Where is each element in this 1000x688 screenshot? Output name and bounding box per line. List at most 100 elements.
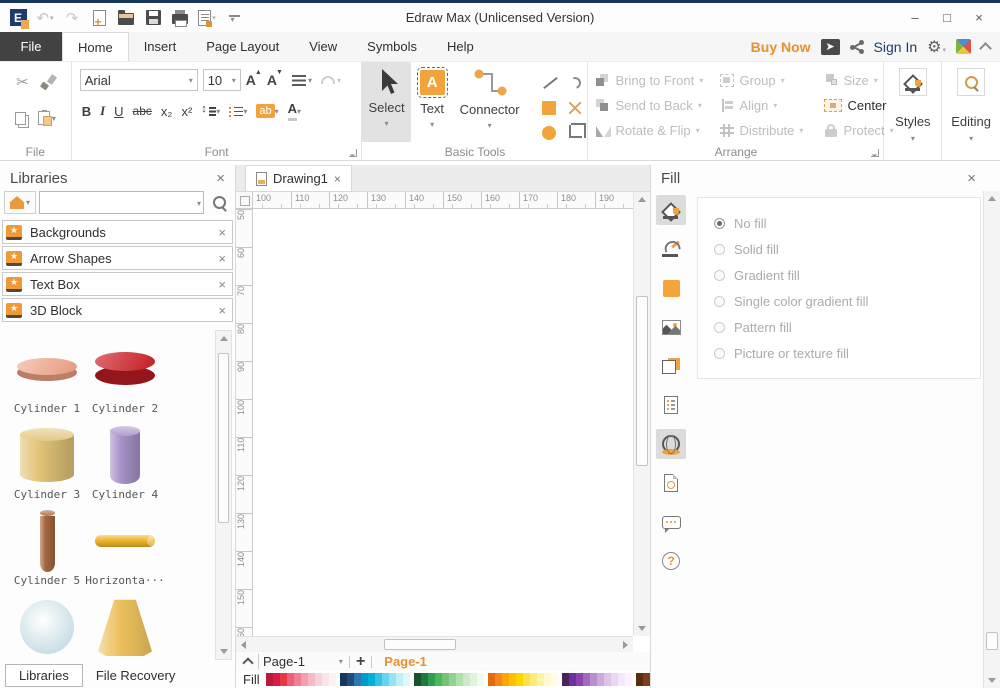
- line-spacing-button[interactable]: ▾: [201, 105, 220, 117]
- scrollbar-thumb[interactable]: [636, 296, 648, 466]
- font-size-combo[interactable]: 10▾: [203, 69, 241, 91]
- color-swatch[interactable]: [403, 673, 410, 686]
- library-shape[interactable]: Cylinder 3: [8, 422, 86, 508]
- open-folder-button[interactable]: [116, 8, 136, 28]
- send-to-back-button[interactable]: Send to Back▾: [596, 93, 720, 118]
- tab-insert[interactable]: Insert: [129, 32, 192, 61]
- tab-file[interactable]: File: [0, 32, 62, 61]
- paste-button[interactable]: ▾: [38, 111, 56, 125]
- protect-button[interactable]: Protect▾: [824, 118, 888, 143]
- scroll-down-icon[interactable]: [216, 644, 231, 659]
- add-page-button[interactable]: +: [356, 653, 365, 671]
- pages-icon[interactable]: [656, 351, 686, 381]
- buy-now-link[interactable]: Buy Now: [751, 39, 811, 55]
- document-tab-drawing1[interactable]: Drawing1 ×: [245, 165, 352, 191]
- scroll-up-icon[interactable]: [984, 191, 999, 206]
- tab-libraries[interactable]: Libraries: [5, 664, 83, 687]
- library-shape[interactable]: Horizonta···: [86, 508, 164, 594]
- drawing-canvas[interactable]: [253, 209, 633, 636]
- arrange-dialog-launcher-icon[interactable]: [871, 149, 879, 157]
- document-list-icon[interactable]: [656, 390, 686, 420]
- canvas-horizontal-scrollbar[interactable]: [236, 636, 633, 652]
- close-icon[interactable]: ×: [334, 172, 341, 186]
- color-swatch[interactable]: [463, 673, 470, 686]
- color-swatch[interactable]: [470, 673, 477, 686]
- library-search-input[interactable]: [39, 191, 204, 214]
- library-shape[interactable]: Cylinder 4: [86, 422, 164, 508]
- library-section-arrow-shapes[interactable]: ★Arrow Shapes×: [2, 246, 233, 270]
- select-tool-button[interactable]: Select ▾: [362, 62, 410, 142]
- rotate-flip-button[interactable]: Rotate & Flip▾: [596, 118, 720, 143]
- color-swatch[interactable]: [354, 673, 361, 686]
- color-swatch[interactable]: [389, 673, 396, 686]
- maximize-button[interactable]: □: [932, 7, 962, 29]
- color-swatch[interactable]: [347, 673, 354, 686]
- italic-button[interactable]: I: [100, 103, 105, 119]
- color-swatch[interactable]: [516, 673, 523, 686]
- recent-documents-button[interactable]: ▾: [197, 8, 217, 28]
- color-swatch[interactable]: [488, 673, 495, 686]
- tab-help[interactable]: Help: [432, 32, 489, 61]
- fill-option[interactable]: Pattern fill: [698, 314, 980, 340]
- styles-button[interactable]: Styles ▾: [884, 62, 942, 160]
- library-section-3d-block[interactable]: ★3D Block×: [2, 298, 233, 322]
- share-icon[interactable]: [850, 40, 864, 54]
- collapse-ribbon-icon[interactable]: [979, 42, 992, 55]
- color-swatch[interactable]: [435, 673, 442, 686]
- color-swatch[interactable]: [382, 673, 389, 686]
- library-home-button[interactable]: ▾: [4, 191, 36, 214]
- ellipse-icon[interactable]: [542, 126, 556, 140]
- edraw-pinwheel-icon[interactable]: [956, 39, 971, 54]
- undo-button[interactable]: ↶▾: [35, 8, 55, 28]
- color-swatch[interactable]: [551, 673, 558, 686]
- text-highlight-button[interactable]: ab▾: [256, 104, 278, 118]
- color-swatch[interactable]: [301, 673, 308, 686]
- color-swatch[interactable]: [414, 673, 421, 686]
- radio-icon[interactable]: [714, 322, 725, 333]
- color-swatch[interactable]: [375, 673, 382, 686]
- help-icon[interactable]: ?: [656, 546, 686, 576]
- text-tool-button[interactable]: A Text ▾: [411, 62, 454, 142]
- color-swatch[interactable]: [562, 673, 569, 686]
- color-swatch[interactable]: [569, 673, 576, 686]
- arc-icon[interactable]: [567, 75, 583, 91]
- scrollbar-thumb[interactable]: [218, 353, 229, 523]
- line-style-icon[interactable]: [656, 234, 686, 264]
- radio-icon[interactable]: [714, 244, 725, 255]
- color-swatch[interactable]: [530, 673, 537, 686]
- bring-to-front-button[interactable]: Bring to Front▾: [596, 68, 720, 93]
- collapse-pagebar-icon[interactable]: [242, 657, 253, 668]
- color-swatch[interactable]: [523, 673, 530, 686]
- color-swatch[interactable]: [329, 673, 336, 686]
- color-swatch[interactable]: [604, 673, 611, 686]
- color-swatch[interactable]: [442, 673, 449, 686]
- color-swatch[interactable]: [322, 673, 329, 686]
- color-swatch[interactable]: [611, 673, 618, 686]
- page-dropdown[interactable]: Page-1: [258, 654, 305, 669]
- chevron-down-icon[interactable]: ▾: [339, 657, 343, 666]
- color-swatch[interactable]: [625, 673, 632, 686]
- color-swatch[interactable]: [396, 673, 403, 686]
- undo-caret-icon[interactable]: ▾: [50, 14, 54, 22]
- color-swatch[interactable]: [308, 673, 315, 686]
- fill-option[interactable]: Solid fill: [698, 236, 980, 262]
- close-icon[interactable]: ×: [216, 170, 225, 187]
- center-button[interactable]: Center: [824, 93, 888, 118]
- fill-bucket-icon[interactable]: [656, 195, 686, 225]
- radio-icon[interactable]: [714, 218, 725, 229]
- color-swatch[interactable]: [361, 673, 368, 686]
- text-align-button[interactable]: ▾: [292, 75, 312, 86]
- library-shape[interactable]: Sphere: [8, 594, 86, 662]
- color-swatch[interactable]: [544, 673, 551, 686]
- picture-icon[interactable]: [656, 312, 686, 342]
- color-swatch[interactable]: [315, 673, 322, 686]
- copy-icon[interactable]: [15, 112, 26, 125]
- tab-page-layout[interactable]: Page Layout: [191, 32, 294, 61]
- fill-panel-scrollbar[interactable]: [983, 191, 1000, 688]
- library-section-text-box[interactable]: ★Text Box×: [2, 272, 233, 296]
- color-swatch[interactable]: [537, 673, 544, 686]
- color-swatch[interactable]: [597, 673, 604, 686]
- canvas-vertical-scrollbar[interactable]: [633, 192, 650, 636]
- color-swatch[interactable]: [266, 673, 273, 686]
- minimize-button[interactable]: –: [900, 7, 930, 29]
